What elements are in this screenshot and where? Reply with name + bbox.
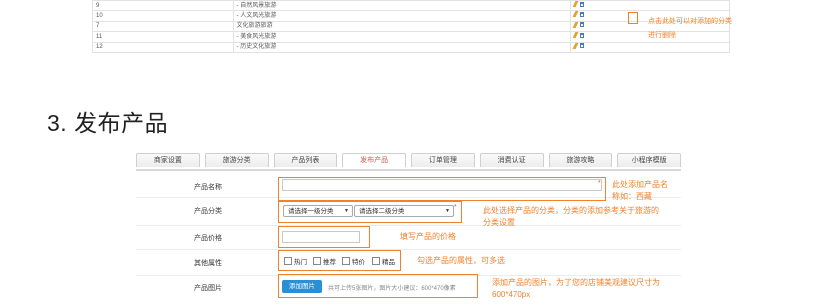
- attribute-annotation: 勾选产品的属性，可多选: [417, 256, 505, 265]
- image-annotation: 添加产品的图片，为了您的店铺美观建议尺寸为 600*470px: [492, 277, 660, 301]
- trash-icon[interactable]: [580, 11, 585, 17]
- trash-icon[interactable]: [580, 32, 585, 38]
- category-annotation-line1: 此处选择产品的分类，分类的添加参考关于旅游的: [483, 206, 659, 215]
- row-id: 7: [92, 20, 234, 33]
- price-highlight-box: [278, 226, 370, 248]
- price-annotation: 填写产品的价格: [400, 232, 456, 241]
- edit-icon[interactable]: [572, 11, 579, 18]
- row-actions: [570, 41, 730, 54]
- tab-miniprogram-template[interactable]: 小程序模版: [617, 153, 681, 167]
- row-id: 12: [92, 41, 234, 54]
- tab-publish-product[interactable]: 发布产品: [342, 153, 406, 167]
- name-annotation: 此处添加产品名 称如：西藏: [612, 179, 668, 203]
- section-title: 3. 发布产品: [47, 110, 169, 136]
- trash-icon[interactable]: [580, 1, 585, 7]
- tab-bar: 商家设置 旅游分类 产品列表 发布产品 订单管理 消费认证 旅游攻略 小程序模版: [136, 153, 681, 171]
- row-name: - 历史文化旅游: [232, 41, 572, 54]
- table-row: 9 - 自然风景旅游: [92, 0, 730, 12]
- row-name: - 美食风光旅游: [232, 31, 572, 43]
- product-name-label: 产品名称: [194, 184, 222, 191]
- category-highlight-box: [278, 201, 462, 223]
- row-id: 10: [92, 10, 234, 22]
- tab-travel-category[interactable]: 旅游分类: [204, 153, 269, 167]
- delete-highlight-box: [628, 12, 638, 24]
- form-row-attributes: 其他属性 热门 推荐 特价 精品: [136, 249, 681, 276]
- name-highlight-box: [278, 177, 606, 201]
- row-name: - 自然风景旅游: [232, 0, 572, 12]
- edit-icon[interactable]: [572, 21, 579, 28]
- category-annotation: 此处选择产品的分类，分类的添加参考关于旅游的 分类设置: [483, 205, 659, 229]
- image-annotation-line1: 添加产品的图片，为了您的店铺美观建议尺寸为: [492, 278, 660, 287]
- tab-product-list[interactable]: 产品列表: [273, 153, 338, 167]
- row-actions: [570, 0, 730, 12]
- product-category-label: 产品分类: [194, 208, 222, 215]
- row-id: 9: [92, 0, 234, 12]
- category-annotation-line2: 分类设置: [483, 218, 515, 227]
- row-name: - 人文风光旅游: [232, 10, 572, 22]
- name-annotation-line1: 此处添加产品名: [612, 180, 668, 189]
- category-table: 9 - 自然风景旅游 10 - 人文风光旅游 7 文化旅游旅游 11 - 美食风…: [92, 0, 730, 54]
- delete-annotation-line2: 进行删除: [648, 32, 676, 39]
- row-name: 文化旅游旅游: [232, 20, 572, 33]
- tab-merchant-settings[interactable]: 商家设置: [136, 153, 200, 167]
- trash-icon[interactable]: [580, 22, 585, 28]
- edit-icon[interactable]: [572, 32, 579, 39]
- image-highlight-box: [278, 274, 478, 298]
- edit-icon[interactable]: [572, 1, 579, 7]
- other-attributes-label: 其他属性: [194, 260, 222, 267]
- table-row: 12 - 历史文化旅游: [92, 41, 730, 54]
- trash-icon[interactable]: [580, 43, 585, 49]
- product-price-label: 产品价格: [194, 235, 222, 242]
- attribute-highlight-box: [278, 250, 401, 271]
- image-annotation-line2: 600*470px: [492, 290, 531, 299]
- tab-order-management[interactable]: 订单管理: [411, 153, 475, 167]
- tab-consumption-verify[interactable]: 消费认证: [479, 153, 544, 167]
- delete-annotation-line1: 点击此处可以对添加的分类: [648, 18, 732, 25]
- tab-travel-guide[interactable]: 旅游攻略: [548, 153, 613, 167]
- delete-annotation: 点击此处可以对添加的分类 进行删除: [648, 15, 732, 43]
- name-annotation-line2: 称如：西藏: [612, 192, 652, 201]
- table-row: 11 - 美食风光旅游: [92, 31, 730, 43]
- row-id: 11: [92, 31, 234, 43]
- edit-icon[interactable]: [572, 42, 579, 49]
- product-images-label: 产品图片: [194, 285, 222, 292]
